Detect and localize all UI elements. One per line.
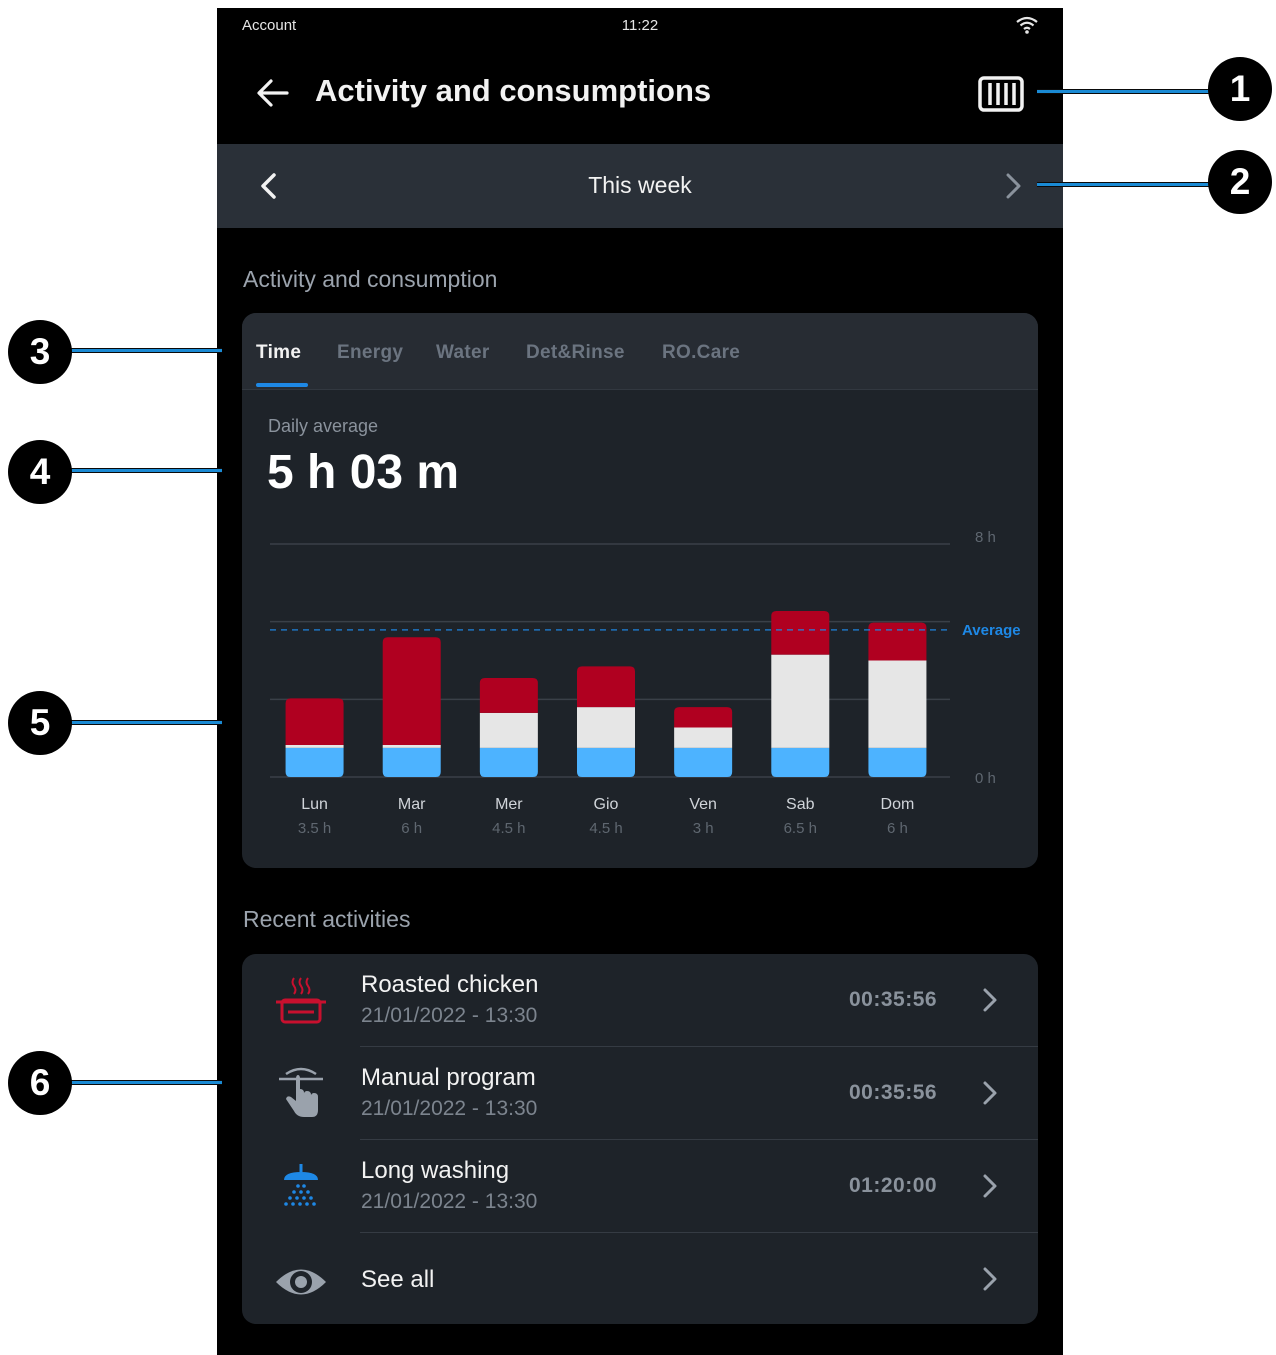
see-all-label: See all — [361, 1266, 435, 1293]
callout-5: 5 — [8, 691, 72, 755]
bar-total-label: 6 h — [401, 820, 422, 837]
eye-icon — [276, 1269, 326, 1295]
callout-4: 4 — [8, 440, 72, 504]
y-tick-label: 0 h — [975, 770, 996, 787]
bar-segment — [868, 747, 927, 777]
bar-total-label: 6 h — [887, 820, 908, 837]
activity-duration: 00:35:56 — [849, 988, 938, 1011]
bar-segment — [577, 747, 635, 777]
app-bar: Activity and consumptions — [217, 44, 1063, 144]
activity-section-title: Activity and consumption — [243, 266, 498, 292]
x-tick-label: Dom — [881, 796, 915, 813]
chevron-right-icon — [983, 1081, 997, 1105]
bar-segment — [382, 637, 441, 745]
bar-total-label: 3 h — [693, 820, 714, 837]
bar-segment — [479, 712, 538, 748]
bar-segment — [479, 747, 538, 777]
tab-water[interactable]: Water — [436, 342, 490, 364]
daily-average-label: Daily average — [268, 416, 379, 436]
callout-line — [60, 348, 222, 353]
x-tick-label: Lun — [301, 796, 328, 813]
average-label: Average — [962, 622, 1021, 639]
bar-segment — [674, 747, 733, 777]
bar-segment — [674, 707, 733, 728]
bar-segment — [868, 660, 927, 748]
bar-segment — [577, 707, 635, 748]
chevron-right-icon — [983, 1267, 997, 1291]
activity-date: 21/01/2022 - 13:30 — [361, 1004, 538, 1027]
bar-segment — [285, 744, 344, 748]
touch-hand-icon — [279, 1067, 323, 1117]
activity-title: Long washing — [361, 1157, 510, 1184]
callout-line — [1037, 182, 1219, 187]
tab-time[interactable]: Time — [256, 342, 301, 364]
activity-date: 21/01/2022 - 13:30 — [361, 1097, 538, 1120]
callout-line — [1037, 89, 1219, 94]
activity-title: Roasted chicken — [361, 971, 539, 998]
callout-2: 2 — [1208, 150, 1272, 214]
callout-line — [60, 468, 222, 473]
callout-line — [60, 720, 222, 725]
bar-total-label: 4.5 h — [589, 820, 622, 837]
bar-segment — [285, 747, 344, 777]
bar-segment — [285, 698, 344, 745]
period-selector: This week — [217, 144, 1063, 228]
status-time: 11:22 — [621, 17, 659, 34]
app-screen: Account 11:22 Activity and consumptions … — [217, 8, 1063, 1355]
shower-icon — [284, 1164, 318, 1206]
roasting-pan-icon — [276, 977, 326, 1024]
bar-segment — [577, 666, 635, 708]
list-item[interactable]: Manual program 21/01/2022 - 13:30 00:35:… — [242, 1047, 1038, 1140]
x-tick-label: Ven — [689, 796, 717, 813]
callout-3: 3 — [8, 320, 72, 384]
activity-title: Manual program — [361, 1064, 536, 1091]
y-tick-label: 8 h — [975, 529, 996, 546]
callout-6: 6 — [8, 1051, 72, 1115]
activity-card: Time Energy Water Det&Rinse RO.Care Dail… — [242, 313, 1038, 868]
activity-date: 21/01/2022 - 13:30 — [361, 1190, 538, 1213]
bar-segment — [771, 610, 830, 655]
time-bar-chart: 8 h 0 h Lun 3.5 h Mar 6 h Mer 4.5 h Gio 4.5 h Ven 3… — [270, 529, 1021, 837]
callout-line — [60, 1080, 222, 1085]
bar-segment — [479, 677, 538, 713]
bar-total-label: 6.5 h — [784, 820, 817, 837]
list-item[interactable]: Roasted chicken 21/01/2022 - 13:30 00:35… — [242, 954, 1038, 1047]
activity-duration: 01:20:00 — [849, 1174, 938, 1197]
x-tick-label: Mer — [495, 796, 523, 813]
status-bar: Account 11:22 — [217, 8, 1063, 44]
bar-segment — [674, 727, 733, 748]
wifi-icon — [1016, 16, 1038, 34]
tab-det-rinse[interactable]: Det&Rinse — [526, 342, 625, 364]
chevron-right-icon — [983, 1174, 997, 1198]
active-tab-indicator — [256, 383, 308, 387]
bar-segment — [382, 747, 441, 777]
consumption-tabs: Time Energy Water Det&Rinse RO.Care — [242, 313, 1038, 390]
bar-segment — [771, 654, 830, 748]
bar-total-label: 4.5 h — [492, 820, 525, 837]
tab-ro-care[interactable]: RO.Care — [662, 342, 740, 364]
recent-activities-list: Roasted chicken 21/01/2022 - 13:30 00:35… — [242, 954, 1038, 1324]
bar-segment — [382, 744, 441, 748]
bar-segment — [771, 747, 830, 777]
daily-average-value: 5 h 03 m — [267, 446, 460, 499]
arrow-left-icon[interactable] — [255, 76, 291, 110]
bar-segment — [868, 622, 927, 661]
chevron-right-icon — [983, 988, 997, 1012]
list-item[interactable]: Long washing 21/01/2022 - 13:30 01:20:00 — [242, 1140, 1038, 1233]
x-tick-label: Mar — [398, 796, 426, 813]
tab-energy[interactable]: Energy — [337, 342, 403, 364]
see-all-button[interactable]: See all — [242, 1233, 1038, 1324]
activity-duration: 00:35:56 — [849, 1081, 938, 1104]
bar-total-label: 3.5 h — [298, 820, 331, 837]
page-title: Activity and consumptions — [315, 73, 712, 108]
callout-1: 1 — [1208, 57, 1272, 121]
x-tick-label: Sab — [786, 796, 815, 813]
recent-section-title: Recent activities — [243, 906, 411, 932]
period-label: This week — [588, 172, 692, 198]
appliance-settings-icon[interactable] — [977, 74, 1025, 114]
chevron-right-icon[interactable] — [999, 170, 1027, 202]
x-tick-label: Gio — [594, 796, 619, 813]
